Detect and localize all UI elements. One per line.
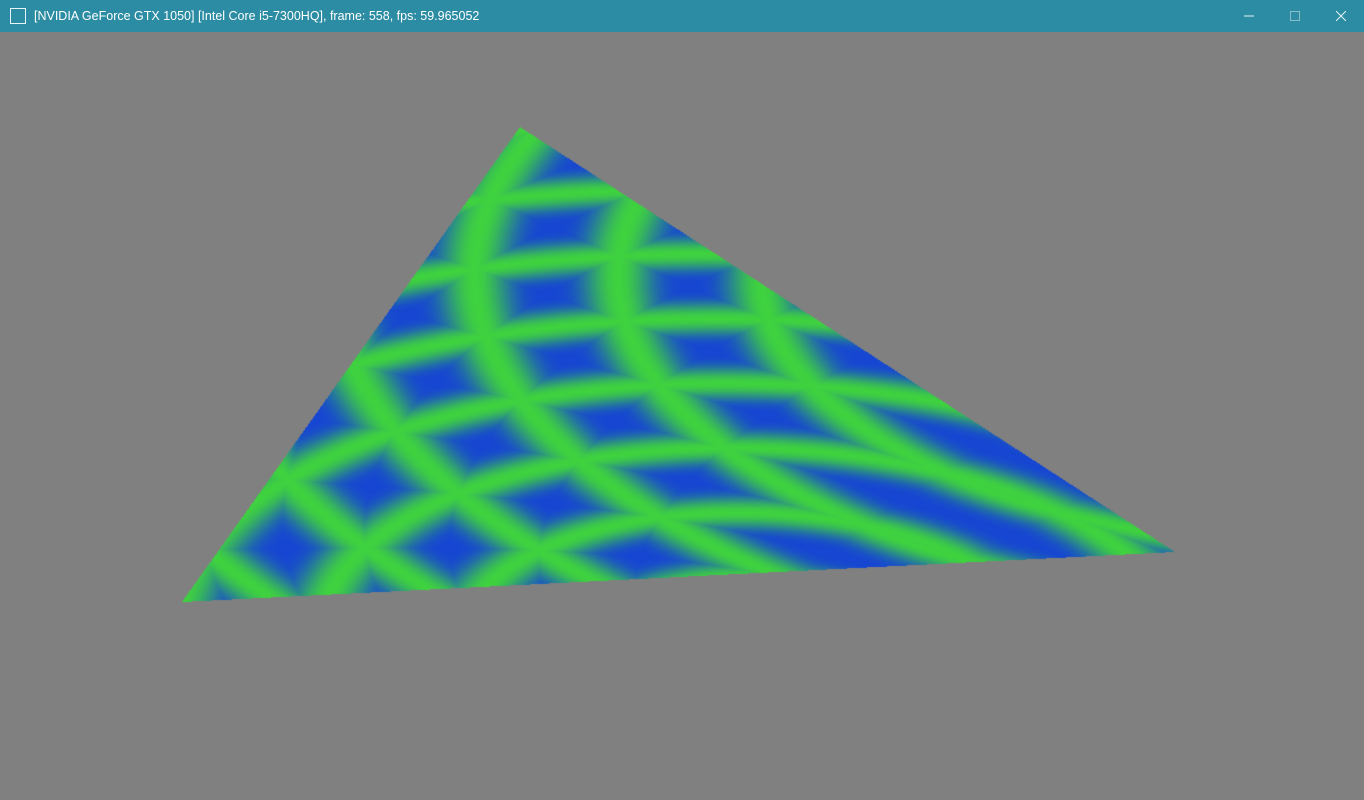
maximize-icon (1290, 11, 1300, 21)
render-canvas (0, 32, 1364, 800)
minimize-icon (1244, 11, 1254, 21)
minimize-button[interactable] (1226, 0, 1272, 32)
close-icon (1336, 11, 1346, 21)
close-button[interactable] (1318, 0, 1364, 32)
render-viewport[interactable] (0, 32, 1364, 800)
titlebar[interactable]: [NVIDIA GeForce GTX 1050] [Intel Core i5… (0, 0, 1364, 32)
app-window-icon (10, 8, 26, 24)
maximize-button (1272, 0, 1318, 32)
app-window: [NVIDIA GeForce GTX 1050] [Intel Core i5… (0, 0, 1364, 800)
window-title: [NVIDIA GeForce GTX 1050] [Intel Core i5… (34, 0, 479, 32)
